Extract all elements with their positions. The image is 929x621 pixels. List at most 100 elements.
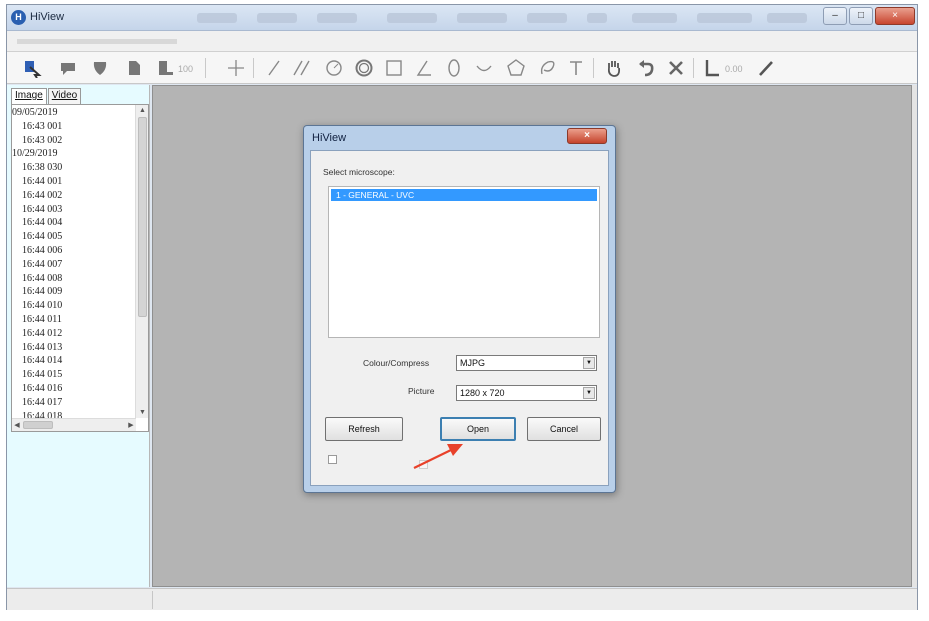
open-button[interactable]: Open bbox=[440, 417, 516, 441]
parallel-lines-tool-icon[interactable] bbox=[291, 57, 313, 79]
canvas-scrollbar[interactable] bbox=[912, 85, 917, 587]
delete-tool-icon[interactable] bbox=[665, 57, 687, 79]
chevron-down-icon[interactable]: ▼ bbox=[583, 357, 595, 369]
ellipse-tool-icon[interactable] bbox=[443, 57, 465, 79]
picture-label: Picture bbox=[408, 386, 435, 396]
tree-item-capture[interactable]: 16:44 012 bbox=[12, 327, 136, 341]
toolbar-separator bbox=[593, 58, 594, 78]
colour-compress-value: MJPG bbox=[460, 358, 486, 368]
title-bar: H HiView – □ × bbox=[7, 5, 917, 31]
line-tool-icon[interactable] bbox=[263, 57, 285, 79]
tree-item-capture[interactable]: 16:44 004 bbox=[12, 216, 136, 230]
picture-resolution-select[interactable]: 1280 x 720 ▼ bbox=[456, 385, 597, 401]
measure-label: 0.00 bbox=[725, 64, 743, 74]
tree-item-capture[interactable]: 16:43 002 bbox=[12, 134, 136, 148]
pen-tool-icon[interactable] bbox=[755, 57, 777, 79]
option-checkbox[interactable] bbox=[328, 455, 337, 464]
refresh-button[interactable]: Refresh bbox=[325, 417, 403, 441]
calibrate-tool-icon[interactable] bbox=[701, 57, 723, 79]
scroll-down-icon[interactable]: ▼ bbox=[136, 407, 148, 418]
tree-item-capture[interactable]: 16:44 013 bbox=[12, 341, 136, 355]
select-microscope-dialog: HiView × Select microscope: 1 - GENERAL … bbox=[303, 125, 616, 493]
tree-item-capture[interactable]: 16:38 030 bbox=[12, 161, 136, 175]
dialog-body: Select microscope: 1 - GENERAL - UVC Col… bbox=[310, 150, 609, 486]
hscroll-thumb[interactable] bbox=[23, 421, 53, 429]
zoom-label: 100 bbox=[178, 64, 194, 74]
panel-tabs: Image Video bbox=[11, 88, 82, 104]
close-button[interactable]: × bbox=[875, 7, 915, 25]
hand-tool-icon[interactable] bbox=[603, 57, 625, 79]
blurred-tab bbox=[767, 13, 807, 23]
snapshot-tool-icon[interactable] bbox=[21, 57, 43, 79]
scroll-thumb[interactable] bbox=[138, 117, 147, 317]
tree-item-capture[interactable]: 16:44 001 bbox=[12, 175, 136, 189]
tree-item-capture[interactable]: 16:43 001 bbox=[12, 120, 136, 134]
rectangle-tool-icon[interactable] bbox=[383, 57, 405, 79]
text-tool-icon[interactable] bbox=[565, 57, 587, 79]
tree-item-capture[interactable]: 16:44 010 bbox=[12, 299, 136, 313]
undo-tool-icon[interactable] bbox=[635, 57, 657, 79]
tree-item-capture[interactable]: 16:44 006 bbox=[12, 244, 136, 258]
window-title: HiView bbox=[30, 11, 65, 23]
tree-item-capture[interactable]: 16:44 009 bbox=[12, 285, 136, 299]
picture-resolution-value: 1280 x 720 bbox=[460, 388, 505, 398]
tree-item-capture[interactable]: 16:44 017 bbox=[12, 396, 136, 410]
menu-bar bbox=[7, 31, 917, 52]
toolbar-separator bbox=[253, 58, 254, 78]
annotation-arrow-icon bbox=[413, 444, 463, 469]
blurred-tab bbox=[197, 13, 237, 23]
blurred-tab bbox=[697, 13, 752, 23]
dialog-close-button[interactable]: × bbox=[567, 128, 607, 144]
blurred-tab bbox=[587, 13, 607, 23]
toolbar-separator bbox=[205, 58, 206, 78]
maximize-button[interactable]: □ bbox=[849, 7, 873, 25]
tree-item-capture[interactable]: 16:44 003 bbox=[12, 203, 136, 217]
app-logo-icon: H bbox=[11, 10, 26, 25]
zoom-tool-icon[interactable] bbox=[155, 57, 177, 79]
tab-image[interactable]: Image bbox=[11, 88, 47, 104]
toolbar-separator bbox=[693, 58, 694, 78]
dialog-title: HiView bbox=[312, 132, 347, 144]
scroll-right-icon[interactable]: ▶ bbox=[126, 420, 136, 431]
blurred-tab bbox=[632, 13, 677, 23]
vertical-scrollbar[interactable]: ▲ ▼ bbox=[135, 105, 148, 418]
tree-item-capture[interactable]: 16:44 014 bbox=[12, 354, 136, 368]
cancel-button[interactable]: Cancel bbox=[527, 417, 601, 441]
horizontal-scrollbar[interactable]: ◀ ▶ bbox=[12, 418, 136, 431]
tree-item-capture[interactable]: 16:44 005 bbox=[12, 230, 136, 244]
select-microscope-label: Select microscope: bbox=[323, 167, 395, 177]
tab-video[interactable]: Video bbox=[47, 88, 82, 104]
tree-item-date[interactable]: 09/05/2019 bbox=[12, 106, 136, 120]
arc-tool-icon[interactable] bbox=[473, 57, 495, 79]
freehand-tool-icon[interactable] bbox=[537, 57, 559, 79]
tree-item-capture[interactable]: 16:44 015 bbox=[12, 368, 136, 382]
microscope-list-item[interactable]: 1 - GENERAL - UVC bbox=[331, 189, 597, 201]
stamp-tool-icon[interactable] bbox=[123, 57, 145, 79]
tree-item-capture[interactable]: 16:44 011 bbox=[12, 313, 136, 327]
chevron-down-icon[interactable]: ▼ bbox=[583, 387, 595, 399]
tree-item-capture[interactable]: 16:44 007 bbox=[12, 258, 136, 272]
shape-tool-icon[interactable] bbox=[89, 57, 111, 79]
colour-compress-label: Colour/Compress bbox=[363, 358, 430, 368]
tree-item-date[interactable]: 10/29/2019 bbox=[12, 147, 136, 161]
tree-item-capture[interactable]: 16:44 016 bbox=[12, 382, 136, 396]
polygon-tool-icon[interactable] bbox=[505, 57, 527, 79]
tree-item-capture[interactable]: 16:44 008 bbox=[12, 272, 136, 286]
microscope-list[interactable]: 1 - GENERAL - UVC bbox=[328, 186, 600, 338]
blurred-tab bbox=[317, 13, 357, 23]
blurred-tab bbox=[387, 13, 437, 23]
minimize-button[interactable]: – bbox=[823, 7, 847, 25]
toolbar: 100 0.00 bbox=[7, 52, 917, 84]
colour-compress-select[interactable]: MJPG ▼ bbox=[456, 355, 597, 371]
angle-tool-icon[interactable] bbox=[413, 57, 435, 79]
tree-item-capture[interactable]: 16:44 002 bbox=[12, 189, 136, 203]
blurred-tab bbox=[527, 13, 567, 23]
double-circle-tool-icon[interactable] bbox=[353, 57, 375, 79]
crosshair-tool-icon[interactable] bbox=[225, 57, 247, 79]
file-tree: 09/05/2019 16:43 001 16:43 002 10/29/2019 16… bbox=[11, 104, 149, 432]
scroll-up-icon[interactable]: ▲ bbox=[136, 105, 148, 116]
circle-tool-icon[interactable] bbox=[323, 57, 345, 79]
chat-tool-icon[interactable] bbox=[57, 57, 79, 79]
blurred-menu bbox=[17, 39, 177, 44]
scroll-left-icon[interactable]: ◀ bbox=[12, 420, 22, 431]
